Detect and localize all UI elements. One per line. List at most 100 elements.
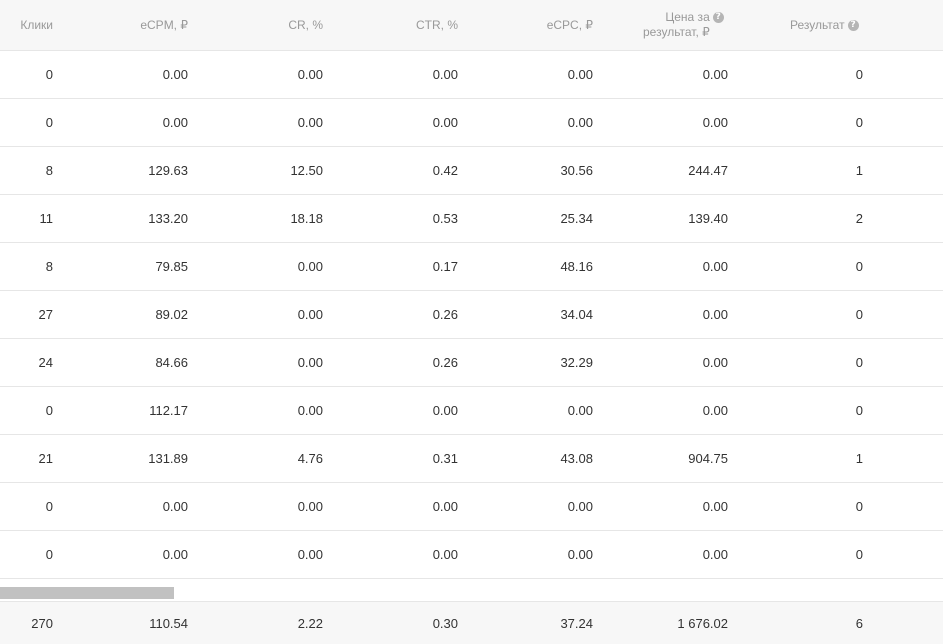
cell-cr: 0.00 (297, 67, 323, 82)
table-row[interactable]: 27 89.02 0.00 0.26 34.04 0.00 0 (0, 291, 943, 339)
total-cr: 2.22 (297, 615, 323, 631)
cell-ctr: 0.26 (432, 355, 458, 370)
table-row[interactable]: 11 133.20 18.18 0.53 25.34 139.40 2 (0, 195, 943, 243)
cell-cr: 0.00 (297, 499, 323, 514)
table-row[interactable]: 8 129.63 12.50 0.42 30.56 244.47 1 (0, 147, 943, 195)
cell-ecpc: 0.00 (567, 547, 593, 562)
cell-cost-per-result: 0.00 (702, 355, 728, 370)
column-header-clicks-label: Клики (20, 17, 53, 32)
cell-result: 0 (855, 67, 863, 82)
table-row[interactable]: 0 0.00 0.00 0.00 0.00 0.00 0 (0, 531, 943, 579)
cell-clicks: 0 (45, 499, 53, 514)
cell-result: 2 (855, 211, 863, 226)
table-header: Клики eCPM, ₽ CR, % CTR, % eCPC, ₽ Цена … (0, 0, 943, 51)
cell-ecpc: 0.00 (567, 67, 593, 82)
scrollbar-thumb[interactable] (0, 587, 174, 599)
cell-cost-per-result: 0.00 (702, 259, 728, 274)
cell-ecpc: 48.16 (560, 259, 593, 274)
column-header-cr-label: CR, % (288, 17, 323, 32)
column-header-result[interactable]: Результат ? (790, 0, 859, 50)
table-row[interactable]: 0 0.00 0.00 0.00 0.00 0.00 0 (0, 483, 943, 531)
cell-clicks: 8 (45, 259, 53, 274)
cell-ecpc: 30.56 (560, 163, 593, 178)
cell-result: 0 (855, 547, 863, 562)
help-icon[interactable]: ? (847, 19, 859, 31)
cell-clicks: 11 (39, 211, 54, 226)
cell-ecpc: 0.00 (567, 403, 593, 418)
total-ecpm: 110.54 (149, 615, 188, 631)
cell-cost-per-result: 244.47 (688, 163, 728, 178)
total-clicks: 270 (31, 615, 53, 631)
cell-clicks: 0 (45, 115, 53, 130)
table-row[interactable]: 21 131.89 4.76 0.31 43.08 904.75 1 (0, 435, 943, 483)
cell-cost-per-result: 904.75 (688, 451, 728, 466)
cell-clicks: 0 (45, 67, 53, 82)
cell-ecpc: 32.29 (560, 355, 593, 370)
cell-cost-per-result: 0.00 (702, 547, 728, 562)
cell-ctr: 0.00 (432, 403, 458, 418)
column-header-ctr[interactable]: CTR, % (416, 0, 458, 50)
cell-clicks: 27 (38, 307, 53, 322)
cell-ctr: 0.42 (432, 163, 458, 178)
cell-result: 1 (855, 163, 863, 178)
cell-result: 0 (855, 403, 863, 418)
cell-ctr: 0.00 (432, 115, 458, 130)
cell-cost-per-result: 0.00 (702, 499, 728, 514)
cell-result: 0 (855, 307, 863, 322)
column-header-ecpc[interactable]: eCPC, ₽ (547, 0, 593, 50)
cell-ctr: 0.17 (432, 259, 458, 274)
cell-result: 0 (855, 355, 863, 370)
cell-cost-per-result: 139.40 (688, 211, 728, 226)
cell-clicks: 0 (45, 403, 53, 418)
cell-ecpm: 84.66 (155, 355, 188, 370)
table-row[interactable]: 0 112.17 0.00 0.00 0.00 0.00 0 (0, 387, 943, 435)
cell-result: 0 (855, 259, 863, 274)
cost-header-line1: Цена за (665, 10, 710, 24)
cell-ctr: 0.00 (432, 547, 458, 562)
horizontal-scrollbar[interactable] (0, 579, 943, 601)
cell-clicks: 24 (38, 355, 53, 370)
cell-ecpm: 112.17 (149, 403, 188, 418)
cell-cr: 0.00 (297, 307, 323, 322)
cell-ecpm: 0.00 (162, 115, 188, 130)
table-row[interactable]: 0 0.00 0.00 0.00 0.00 0.00 0 (0, 51, 943, 99)
column-header-cost-per-result[interactable]: Цена за результат, ₽ ? (643, 0, 724, 50)
cell-cr: 0.00 (297, 259, 323, 274)
cell-ctr: 0.00 (432, 499, 458, 514)
cost-header-line2: результат, ₽ (643, 25, 710, 39)
column-header-ecpm[interactable]: eCPM, ₽ (140, 0, 188, 50)
cell-result: 0 (855, 115, 863, 130)
table-row[interactable]: 8 79.85 0.00 0.17 48.16 0.00 0 (0, 243, 943, 291)
table-row[interactable]: 0 0.00 0.00 0.00 0.00 0.00 0 (0, 99, 943, 147)
stats-table: Клики eCPM, ₽ CR, % CTR, % eCPC, ₽ Цена … (0, 0, 943, 579)
cell-cost-per-result: 0.00 (702, 115, 728, 130)
cell-ecpm: 79.85 (155, 259, 188, 274)
cell-cr: 12.50 (290, 163, 323, 178)
column-header-cr[interactable]: CR, % (288, 0, 323, 50)
cell-cr: 0.00 (297, 355, 323, 370)
cell-ecpm: 0.00 (162, 67, 188, 82)
total-cost-per-result: 1 676.02 (677, 615, 728, 631)
cell-result: 1 (855, 451, 863, 466)
cell-clicks: 0 (45, 547, 53, 562)
cell-ctr: 0.00 (432, 67, 458, 82)
column-header-cost-per-result-label: Цена за результат, ₽ (643, 10, 710, 40)
cell-ecpm: 89.02 (155, 307, 188, 322)
cell-ecpc: 34.04 (560, 307, 593, 322)
cell-ctr: 0.31 (432, 451, 458, 466)
cell-cr: 0.00 (297, 115, 323, 130)
table-row[interactable]: 24 84.66 0.00 0.26 32.29 0.00 0 (0, 339, 943, 387)
help-icon[interactable]: ? (712, 11, 724, 23)
cell-ecpm: 129.63 (148, 163, 188, 178)
cell-clicks: 21 (38, 451, 53, 466)
column-header-ctr-label: CTR, % (416, 17, 458, 32)
cell-clicks: 8 (45, 163, 53, 178)
cell-cr: 18.18 (290, 211, 323, 226)
cell-ecpc: 43.08 (560, 451, 593, 466)
cell-ecpc: 25.34 (560, 211, 593, 226)
totals-row: 270 110.54 2.22 0.30 37.24 1 676.02 6 (0, 601, 943, 644)
table-body: 0 0.00 0.00 0.00 0.00 0.00 0 0 0.00 0.00 0.00 0.00 0… (0, 51, 943, 579)
total-result: 6 (855, 615, 863, 631)
column-header-clicks[interactable]: Клики (20, 0, 53, 50)
cell-ctr: 0.26 (432, 307, 458, 322)
